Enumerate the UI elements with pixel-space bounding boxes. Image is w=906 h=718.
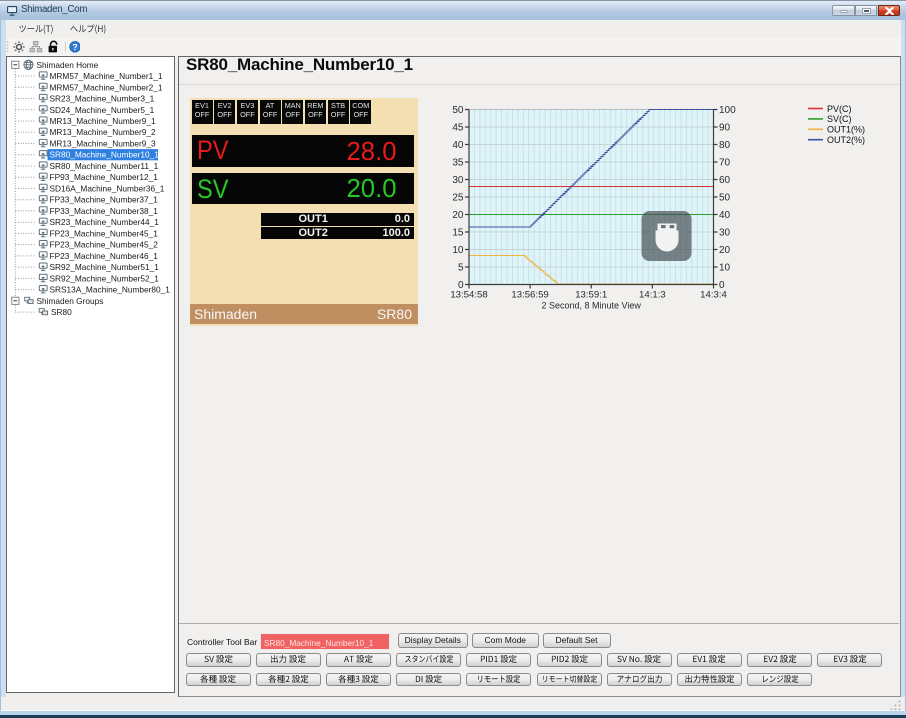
- svg-text:30: 30: [719, 228, 731, 239]
- svg-text:SR80_Machine_Number10_1: SR80_Machine_Number10_1: [50, 150, 160, 160]
- svg-text:13:56:59: 13:56:59: [511, 290, 548, 301]
- svg-text:SR92_Machine_Number52_1: SR92_Machine_Number52_1: [50, 273, 160, 283]
- svg-text:10: 10: [452, 245, 464, 256]
- svg-text:FP33_Machine_Number37_1: FP33_Machine_Number37_1: [50, 195, 159, 205]
- svg-text:MRM57_Machine_Number1_1: MRM57_Machine_Number1_1: [50, 71, 163, 81]
- svg-text:20: 20: [719, 245, 731, 256]
- svg-text:SD24_Machine_Number5_1: SD24_Machine_Number5_1: [50, 105, 155, 115]
- svg-text:90: 90: [719, 123, 731, 134]
- svg-text:SRS13A_Machine_Number80_1: SRS13A_Machine_Number80_1: [50, 285, 171, 295]
- svg-text:SR92_Machine_Number51_1: SR92_Machine_Number51_1: [50, 262, 160, 272]
- svg-text:OUT2(%): OUT2(%): [827, 135, 865, 145]
- svg-text:Shimaden Home: Shimaden Home: [37, 60, 99, 70]
- svg-text:70: 70: [719, 158, 731, 169]
- svg-text:14:1:3: 14:1:3: [639, 290, 666, 301]
- svg-text:10: 10: [719, 263, 731, 274]
- svg-text:25: 25: [452, 193, 464, 204]
- svg-text:13:54:58: 13:54:58: [450, 290, 487, 301]
- svg-text:50: 50: [719, 193, 731, 204]
- svg-text:FP23_Machine_Number45_1: FP23_Machine_Number45_1: [50, 228, 159, 238]
- svg-text:MR13_Machine_Number9_2: MR13_Machine_Number9_2: [50, 127, 156, 137]
- svg-text:40: 40: [719, 210, 731, 221]
- svg-text:50: 50: [452, 105, 464, 116]
- svg-text:PV(C): PV(C): [827, 104, 852, 114]
- svg-text:SD16A_Machine_Number36_1: SD16A_Machine_Number36_1: [50, 183, 165, 193]
- svg-text:60: 60: [719, 175, 731, 186]
- svg-text:40: 40: [452, 140, 464, 151]
- svg-text:13:59:1: 13:59:1: [575, 290, 607, 301]
- svg-text:35: 35: [452, 158, 464, 169]
- svg-text:20: 20: [452, 210, 464, 221]
- svg-text:2 Second, 8 Minute View: 2 Second, 8 Minute View: [541, 301, 641, 311]
- svg-text:SV(C): SV(C): [827, 114, 852, 124]
- svg-text:80: 80: [719, 140, 731, 151]
- svg-text:Shimaden Groups: Shimaden Groups: [37, 296, 104, 306]
- svg-text:5: 5: [458, 263, 464, 274]
- svg-text:FP93_Machine_Number12_1: FP93_Machine_Number12_1: [50, 172, 159, 182]
- svg-text:45: 45: [452, 123, 464, 134]
- svg-text:15: 15: [452, 228, 464, 239]
- svg-text:MRM57_Machine_Number2_1: MRM57_Machine_Number2_1: [50, 82, 163, 92]
- svg-text:SR80: SR80: [51, 307, 72, 317]
- svg-text:MR13_Machine_Number9_3: MR13_Machine_Number9_3: [50, 139, 156, 149]
- svg-text:30: 30: [452, 175, 464, 186]
- svg-text:FP23_Machine_Number46_1: FP23_Machine_Number46_1: [50, 251, 159, 261]
- svg-text:FP33_Machine_Number38_1: FP33_Machine_Number38_1: [50, 206, 159, 216]
- svg-text:FP23_Machine_Number45_2: FP23_Machine_Number45_2: [50, 240, 159, 250]
- svg-text:100: 100: [719, 105, 736, 116]
- svg-text:SR80_Machine_Number11_1: SR80_Machine_Number11_1: [50, 161, 159, 171]
- svg-text:SR23_Machine_Number3_1: SR23_Machine_Number3_1: [50, 94, 155, 104]
- svg-text:14:3:4: 14:3:4: [700, 290, 727, 301]
- svg-text:SR23_Machine_Number44_1: SR23_Machine_Number44_1: [50, 217, 160, 227]
- svg-text:OUT1(%): OUT1(%): [827, 125, 865, 135]
- svg-text:MR13_Machine_Number9_1: MR13_Machine_Number9_1: [50, 116, 156, 126]
